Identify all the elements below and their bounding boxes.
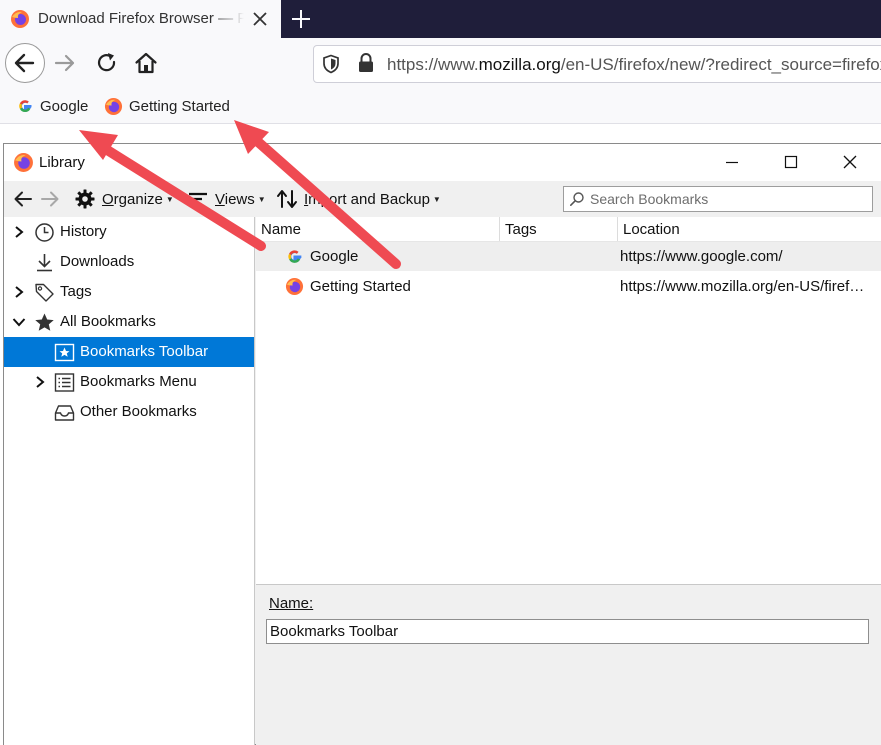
search-placeholder: Search Bookmarks [590, 191, 709, 207]
lock-icon[interactable] [357, 52, 375, 74]
tray-icon [54, 405, 75, 421]
new-tab-icon[interactable] [288, 6, 314, 32]
chevron-down-icon: ▼ [432, 194, 441, 204]
sidebar-item-label: Other Bookmarks [80, 403, 197, 420]
sidebar-item-label: Bookmarks Menu [80, 373, 197, 390]
forward-button[interactable] [52, 50, 78, 76]
sidebar-item-history[interactable]: History [4, 217, 254, 247]
row-name: Google [310, 248, 359, 265]
chevron-right-icon[interactable] [12, 224, 26, 240]
tab-title: Download Firefox Browser — Fast, Private… [38, 10, 244, 27]
home-button[interactable] [133, 50, 159, 76]
sidebar-item-bookmarks-toolbar[interactable]: Bookmarks Toolbar [4, 337, 254, 367]
maximize-icon[interactable] [781, 152, 801, 172]
chevron-down-icon: ▼ [257, 194, 266, 204]
table-row[interactable]: Getting Started https://www.mozilla.org/… [256, 272, 881, 301]
library-title: Library [39, 154, 85, 171]
bookmarks-toolbar-icon [54, 343, 75, 362]
gear-icon [75, 189, 95, 209]
chevron-down-icon[interactable] [12, 314, 26, 330]
firefox-icon [11, 10, 29, 28]
firefox-icon[interactable] [104, 97, 123, 116]
google-icon[interactable] [16, 97, 34, 115]
arrow-left-icon [14, 53, 35, 73]
sidebar-item-downloads[interactable]: Downloads [4, 247, 254, 277]
google-icon [288, 250, 302, 263]
table-row[interactable]: Google https://www.google.com/ [256, 242, 881, 271]
name-field[interactable] [266, 619, 869, 644]
tag-icon [35, 283, 54, 302]
clock-icon [35, 223, 54, 242]
bookmark-google[interactable]: Google [40, 98, 88, 115]
row-location: https://www.mozilla.org/en-US/firefox/ce… [620, 278, 872, 295]
firefox-icon [14, 153, 33, 172]
views-label: Views [215, 190, 255, 208]
chevron-right-icon[interactable] [12, 284, 26, 300]
list-view-icon [189, 192, 207, 206]
import-backup-button[interactable]: Import and Backup ▼ [276, 186, 441, 212]
search-icon [570, 192, 584, 206]
library-forward-button[interactable] [39, 188, 61, 210]
row-location: https://www.google.com/ [620, 248, 783, 265]
reload-button[interactable] [94, 50, 120, 76]
organize-label: Organize [102, 190, 163, 208]
chevron-down-icon: ▼ [165, 194, 174, 204]
download-icon [37, 254, 52, 272]
chevron-right-icon[interactable] [33, 374, 47, 390]
url-domain: mozilla.org [478, 55, 561, 74]
bookmarks-menu-icon [54, 373, 75, 392]
sidebar-item-label: All Bookmarks [60, 313, 156, 330]
library-back-button[interactable] [12, 188, 34, 210]
tracking-shield-icon[interactable] [322, 54, 340, 74]
active-tab[interactable]: Download Firefox Browser — Fast, Private… [0, 0, 281, 38]
sidebar-item-label: Downloads [60, 253, 135, 270]
row-name: Getting Started [310, 278, 411, 295]
close-icon[interactable] [840, 152, 860, 172]
import-export-icon [277, 190, 297, 208]
library-titlebar[interactable] [4, 144, 881, 181]
column-header-name[interactable]: Name [256, 217, 500, 242]
column-header-tags[interactable]: Tags [500, 217, 618, 242]
import-backup-label: Import and Backup [304, 190, 430, 208]
sidebar-item-all-bookmarks[interactable]: All Bookmarks [4, 307, 254, 337]
star-icon [35, 313, 54, 331]
sidebar-item-label: History [60, 223, 107, 240]
views-button[interactable]: Views ▼ [187, 186, 266, 212]
bookmark-getting-started[interactable]: Getting Started [129, 98, 230, 115]
sidebar-item-bookmarks-menu[interactable]: Bookmarks Menu [4, 367, 254, 397]
column-header-location[interactable]: Location [618, 217, 881, 242]
url-text[interactable]: https://www.mozilla.org/en-US/firefox/ne… [387, 55, 881, 75]
sidebar-item-other-bookmarks[interactable]: Other Bookmarks [4, 397, 254, 427]
name-field-label: Name: [269, 595, 314, 612]
sidebar-item-tags[interactable]: Tags [4, 277, 254, 307]
close-tab-icon[interactable] [250, 9, 270, 29]
minimize-icon[interactable] [722, 152, 742, 172]
details-pane [256, 584, 881, 745]
organize-button[interactable]: Organize ▼ [74, 186, 174, 212]
sidebar-item-label: Tags [60, 283, 92, 300]
firefox-icon [285, 277, 304, 296]
back-button[interactable] [5, 43, 45, 83]
sidebar-item-label: Bookmarks Toolbar [80, 343, 209, 360]
